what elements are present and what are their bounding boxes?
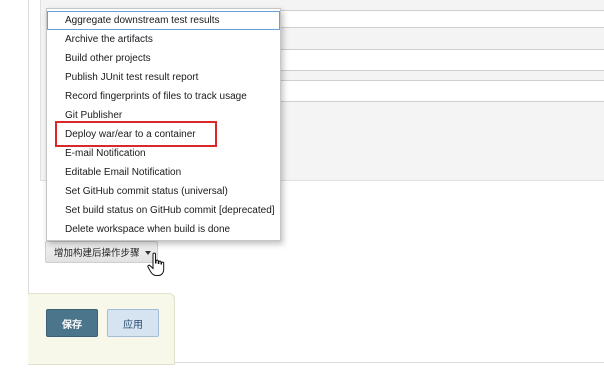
apply-button[interactable]: 应用 <box>107 309 159 337</box>
menu-item-archive-artifacts[interactable]: Archive the artifacts <box>47 30 280 49</box>
config-input-field[interactable] <box>270 49 604 71</box>
save-button[interactable]: 保存 <box>46 309 98 337</box>
hand-cursor-icon <box>147 252 165 276</box>
menu-item-editable-email[interactable]: Editable Email Notification <box>47 163 280 182</box>
post-build-actions-menu: Aggregate downstream test results Archiv… <box>46 8 281 241</box>
config-input-field[interactable] <box>270 80 604 102</box>
menu-item-email-notification[interactable]: E-mail Notification <box>47 144 280 163</box>
menu-item-github-build-status[interactable]: Set build status on GitHub commit [depre… <box>47 201 280 220</box>
add-post-build-step-label: 增加构建后操作步骤 <box>54 248 140 259</box>
menu-item-publish-junit[interactable]: Publish JUnit test result report <box>47 68 280 87</box>
menu-item-record-fingerprints[interactable]: Record fingerprints of files to track us… <box>47 87 280 106</box>
menu-item-deploy-war-ear[interactable]: Deploy war/ear to a container <box>47 125 280 144</box>
menu-item-git-publisher[interactable]: Git Publisher <box>47 106 280 125</box>
config-input-field[interactable] <box>270 10 604 28</box>
add-post-build-step-button[interactable]: 增加构建后操作步骤 <box>45 241 158 263</box>
menu-item-aggregate-test-results[interactable]: Aggregate downstream test results <box>47 11 280 30</box>
menu-item-build-other-projects[interactable]: Build other projects <box>47 49 280 68</box>
menu-item-delete-workspace[interactable]: Delete workspace when build is done <box>47 220 280 239</box>
menu-item-github-commit-status[interactable]: Set GitHub commit status (universal) <box>47 182 280 201</box>
